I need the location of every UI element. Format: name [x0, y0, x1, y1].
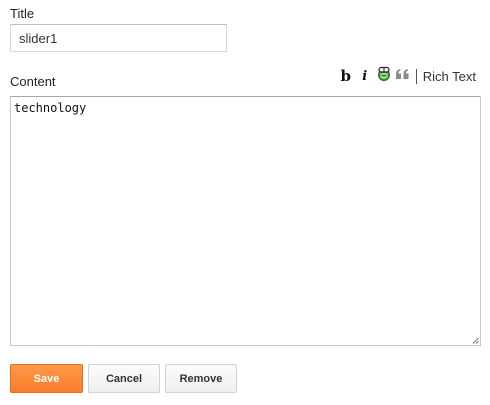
quote-icon	[395, 67, 410, 85]
cancel-button[interactable]: Cancel	[88, 364, 160, 393]
content-label: Content	[10, 74, 56, 89]
link-button[interactable]	[375, 66, 393, 87]
editor-toolbar: b i Rich Text	[336, 66, 476, 86]
link-icon	[376, 66, 392, 87]
title-input[interactable]	[10, 24, 227, 52]
resize-grip-icon[interactable]	[472, 337, 479, 344]
italic-button[interactable]: i	[356, 67, 374, 85]
save-button[interactable]: Save	[10, 364, 83, 393]
remove-button[interactable]: Remove	[165, 364, 237, 393]
rich-text-link[interactable]: Rich Text	[423, 69, 476, 84]
quote-button[interactable]	[394, 67, 412, 85]
title-label: Title	[10, 6, 35, 21]
content-textarea[interactable]: technology	[10, 96, 481, 346]
bold-button[interactable]: b	[337, 67, 355, 85]
toolbar-divider	[415, 68, 417, 84]
